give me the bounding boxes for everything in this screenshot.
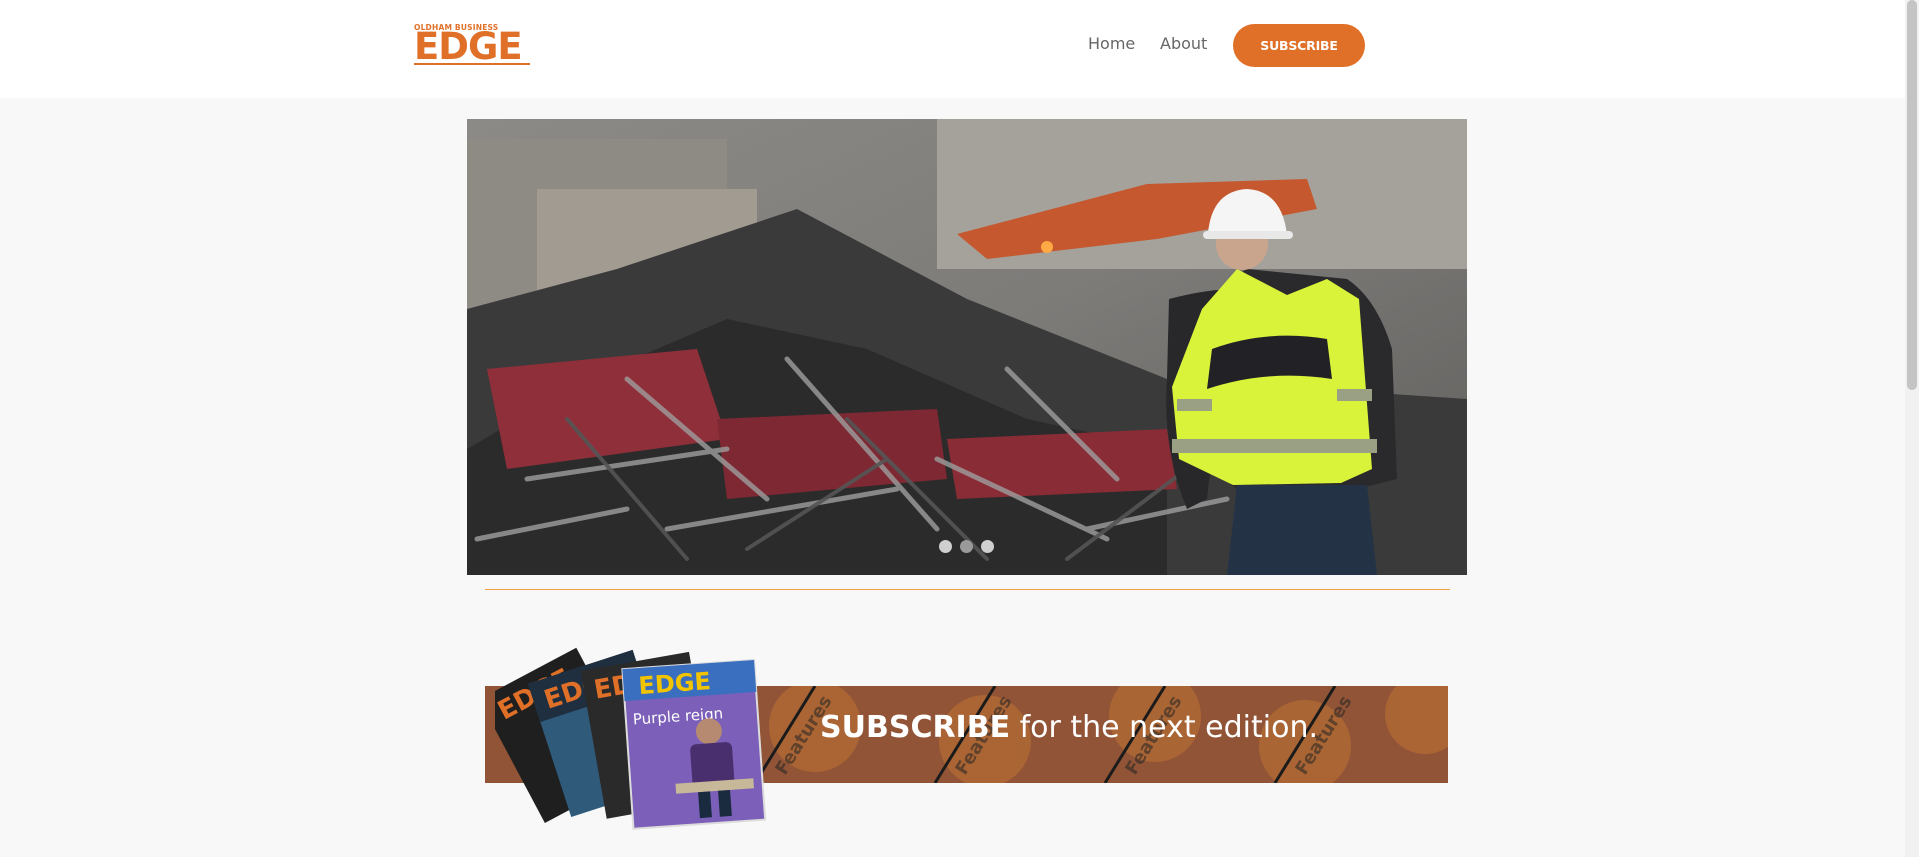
hero-slide-image [467, 119, 1467, 575]
svg-text:EDGE: EDGE [638, 667, 712, 700]
hero-slider[interactable] [467, 119, 1467, 575]
subscribe-button[interactable]: SUBSCRIBE [1233, 24, 1365, 67]
banner-headline-rest: for the next edition. [1010, 710, 1319, 745]
page-scrollbar[interactable] [1905, 0, 1919, 857]
banner-headline-strong: SUBSCRIBE [820, 710, 1011, 745]
edge-logo[interactable]: OLDHAM BUSINESS EDGE [414, 23, 532, 67]
slider-dot-1[interactable] [939, 540, 952, 553]
magazine-covers-image: EDGE EDGE EDGE EDGE Purple reign [495, 647, 767, 830]
logo-main-text: EDGE [414, 25, 523, 68]
section-divider [485, 589, 1450, 590]
nav-about-link[interactable]: About [1160, 34, 1207, 53]
slider-dots [939, 540, 994, 553]
slider-dot-2[interactable] [960, 540, 973, 553]
logo-underline [414, 63, 530, 65]
slider-dot-3[interactable] [981, 540, 994, 553]
site-header: OLDHAM BUSINESS EDGE Home About SUBSCRIB… [0, 0, 1919, 98]
scrollbar-thumb[interactable] [1907, 0, 1917, 390]
banner-headline: SUBSCRIBE for the next edition. [820, 710, 1318, 745]
nav-home-link[interactable]: Home [1088, 34, 1135, 53]
